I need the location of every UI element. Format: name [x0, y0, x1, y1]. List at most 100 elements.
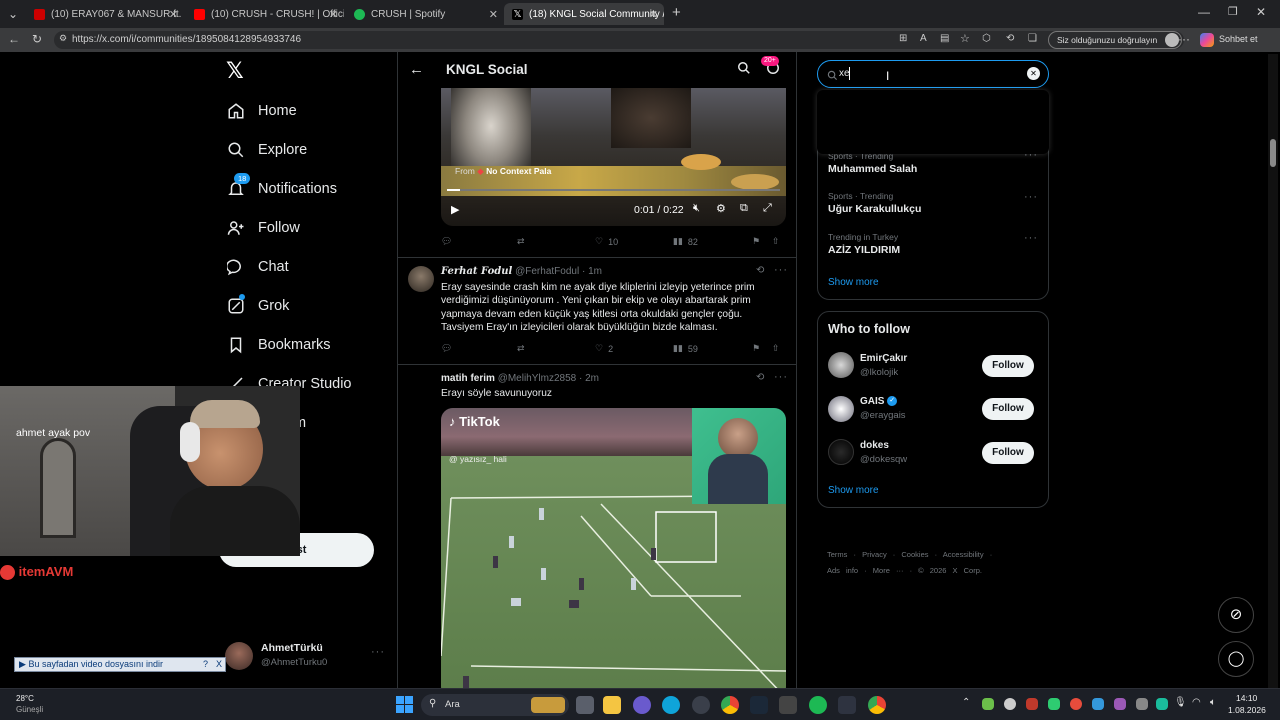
- back-arrow-icon[interactable]: ←: [409, 61, 424, 78]
- copilot-icon[interactable]: [1200, 33, 1214, 47]
- app-icon[interactable]: [779, 696, 797, 714]
- copilot-chat-button[interactable]: Sohbet et: [1219, 34, 1258, 44]
- trend-item[interactable]: Sports · Trending Muhammed Salah: [828, 151, 1038, 175]
- views-button[interactable]: ▮▮ 82: [673, 236, 698, 247]
- sidebar-item-notifications[interactable]: 18 Notifications: [226, 173, 337, 204]
- bookmark-icon[interactable]: ⚑: [752, 343, 760, 354]
- app-icon[interactable]: [692, 696, 710, 714]
- tab-list-icon[interactable]: ⌄: [8, 7, 18, 21]
- follow-button[interactable]: Follow: [982, 355, 1034, 377]
- page-scrollbar[interactable]: [1268, 54, 1278, 688]
- download-close-icon[interactable]: X: [216, 658, 222, 671]
- refresh-icon[interactable]: ↻: [32, 32, 42, 46]
- taskbar-date[interactable]: 1.08.2026: [1228, 705, 1266, 715]
- file-explorer-icon[interactable]: [603, 696, 621, 714]
- close-tab-icon[interactable]: ✕: [169, 8, 178, 21]
- repost-icon[interactable]: ⇄: [517, 343, 525, 354]
- like-button[interactable]: ♡ 2: [595, 343, 613, 354]
- volume-icon[interactable]: 🔈︎: [1210, 697, 1216, 708]
- account-more-icon[interactable]: ···: [371, 646, 385, 658]
- steam-icon[interactable]: [750, 696, 768, 714]
- url-field[interactable]: ⚙ https://x.com/i/communities/1895084128…: [54, 31, 1184, 49]
- profile-sync-icon[interactable]: ⟲: [1006, 33, 1014, 44]
- grok-float-button[interactable]: ⊘: [1218, 597, 1254, 633]
- footer-link-cookies[interactable]: Cookies: [901, 550, 928, 559]
- x-logo-icon[interactable]: 𝕏: [226, 60, 248, 82]
- follow-user-name[interactable]: dokes: [860, 440, 889, 451]
- repost-icon[interactable]: ⇄: [517, 236, 525, 247]
- tray-steam-icon[interactable]: [1092, 698, 1104, 710]
- follow-user-name[interactable]: GAIS ✓: [860, 396, 898, 407]
- video-player[interactable]: From ◆ No Context Pala ▶ 0:01 / 0:22 🔇︎ …: [441, 88, 786, 226]
- account-switcher[interactable]: AhmetTürkü @AhmetTurku0 ···: [225, 640, 385, 674]
- discord-icon[interactable]: [633, 696, 651, 714]
- browser-tab-4[interactable]: 𝕏 (18) KNGL Social Community / X ✕: [504, 3, 664, 25]
- messages-float-button[interactable]: ◯: [1218, 641, 1254, 677]
- follow-button[interactable]: Follow: [982, 398, 1034, 420]
- network-icon[interactable]: ◠: [1192, 697, 1201, 708]
- close-window-icon[interactable]: ✕: [1256, 5, 1266, 19]
- mute-icon[interactable]: 🔇︎: [693, 202, 700, 215]
- post-more-icon[interactable]: ···: [774, 264, 788, 276]
- avatar[interactable]: [828, 439, 854, 465]
- weather-temp[interactable]: 28°C: [16, 694, 34, 703]
- minimize-icon[interactable]: —: [1198, 5, 1210, 19]
- translate-icon[interactable]: A: [920, 33, 927, 44]
- search-icon[interactable]: [737, 61, 751, 80]
- microphone-icon[interactable]: 🎙︎: [1174, 697, 1187, 708]
- favorite-star-icon[interactable]: ☆: [960, 32, 970, 45]
- footer-link-ads-info[interactable]: Ads info: [827, 566, 858, 575]
- chrome-icon[interactable]: [868, 696, 886, 714]
- browser-tab-3[interactable]: CRUSH | Spotify ✕: [346, 3, 504, 25]
- trend-item[interactable]: Sports · Trending Uğur Karakullukçu: [828, 191, 1038, 215]
- trend-item[interactable]: Trending in Turkey AZİZ YILDIRIM: [828, 232, 1038, 256]
- spotify-icon[interactable]: [809, 696, 827, 714]
- follow-button[interactable]: Follow: [982, 442, 1034, 464]
- tray-chevron-icon[interactable]: ⌃: [962, 697, 970, 708]
- task-view-icon[interactable]: [576, 696, 594, 714]
- close-tab-icon[interactable]: ✕: [489, 8, 498, 21]
- bookmark-icon[interactable]: ⚑: [752, 236, 760, 247]
- trends-show-more-link[interactable]: Show more: [828, 277, 879, 288]
- tray-play-icon[interactable]: [1048, 698, 1060, 710]
- app-install-icon[interactable]: ⊞: [899, 33, 907, 44]
- taskbar-time[interactable]: 14:10: [1236, 693, 1257, 703]
- author-name[interactable]: Ferhat Fodul: [441, 266, 512, 277]
- sidebar-item-bookmarks[interactable]: Bookmarks: [226, 330, 331, 360]
- settings-more-icon[interactable]: ···: [1178, 32, 1190, 46]
- site-info-icon[interactable]: ⚙: [59, 33, 67, 44]
- footer-link-terms[interactable]: Terms: [827, 550, 847, 559]
- post-more-icon[interactable]: ···: [774, 371, 788, 383]
- trend-more-icon[interactable]: ···: [1024, 191, 1038, 203]
- edge-icon[interactable]: [662, 696, 680, 714]
- verify-identity-button[interactable]: Siz olduğunuzu doğrulayın: [1048, 31, 1183, 49]
- chrome-icon[interactable]: [721, 696, 739, 714]
- tray-app-icon[interactable]: [1136, 698, 1148, 710]
- post-time[interactable]: · 1m: [582, 266, 602, 277]
- fullscreen-icon[interactable]: ⤢: [763, 202, 772, 215]
- footer-link-more[interactable]: More ···: [873, 566, 904, 575]
- who-to-follow-show-more-link[interactable]: Show more: [828, 485, 879, 496]
- share-icon[interactable]: ⇧: [772, 343, 780, 354]
- like-button[interactable]: ♡ 10: [595, 236, 618, 247]
- tray-headset-icon[interactable]: [1004, 698, 1016, 710]
- video-download-bar[interactable]: ▶ Bu sayfadan video dosyasını indir ? X: [14, 657, 226, 672]
- follow-user-handle[interactable]: @dokesqw: [860, 454, 907, 465]
- browser-tab-1[interactable]: (10) ERAY067 & MANSUR ft. Contr ✕: [26, 3, 184, 25]
- tray-antivirus-icon[interactable]: [1026, 698, 1038, 710]
- avatar[interactable]: [828, 396, 854, 422]
- picture-in-picture-icon[interactable]: ⧉: [740, 202, 748, 215]
- sidebar-item-home[interactable]: Home: [226, 96, 297, 126]
- follow-user-name[interactable]: EmirÇakır: [860, 353, 907, 364]
- author-handle[interactable]: @FerhatFodul: [515, 266, 579, 277]
- play-icon[interactable]: ▶: [451, 203, 459, 216]
- post-time[interactable]: · 2m: [579, 373, 599, 384]
- close-tab-icon[interactable]: ✕: [329, 8, 338, 21]
- back-icon[interactable]: ←: [8, 32, 20, 46]
- footer-link-privacy[interactable]: Privacy: [862, 550, 887, 559]
- grok-explain-icon[interactable]: ⟲: [756, 265, 764, 276]
- tray-app-icon[interactable]: [1156, 698, 1168, 710]
- tray-app-icon[interactable]: [1114, 698, 1126, 710]
- windows-start-icon[interactable]: [396, 696, 413, 713]
- sidebar-item-explore[interactable]: Explore: [226, 135, 307, 165]
